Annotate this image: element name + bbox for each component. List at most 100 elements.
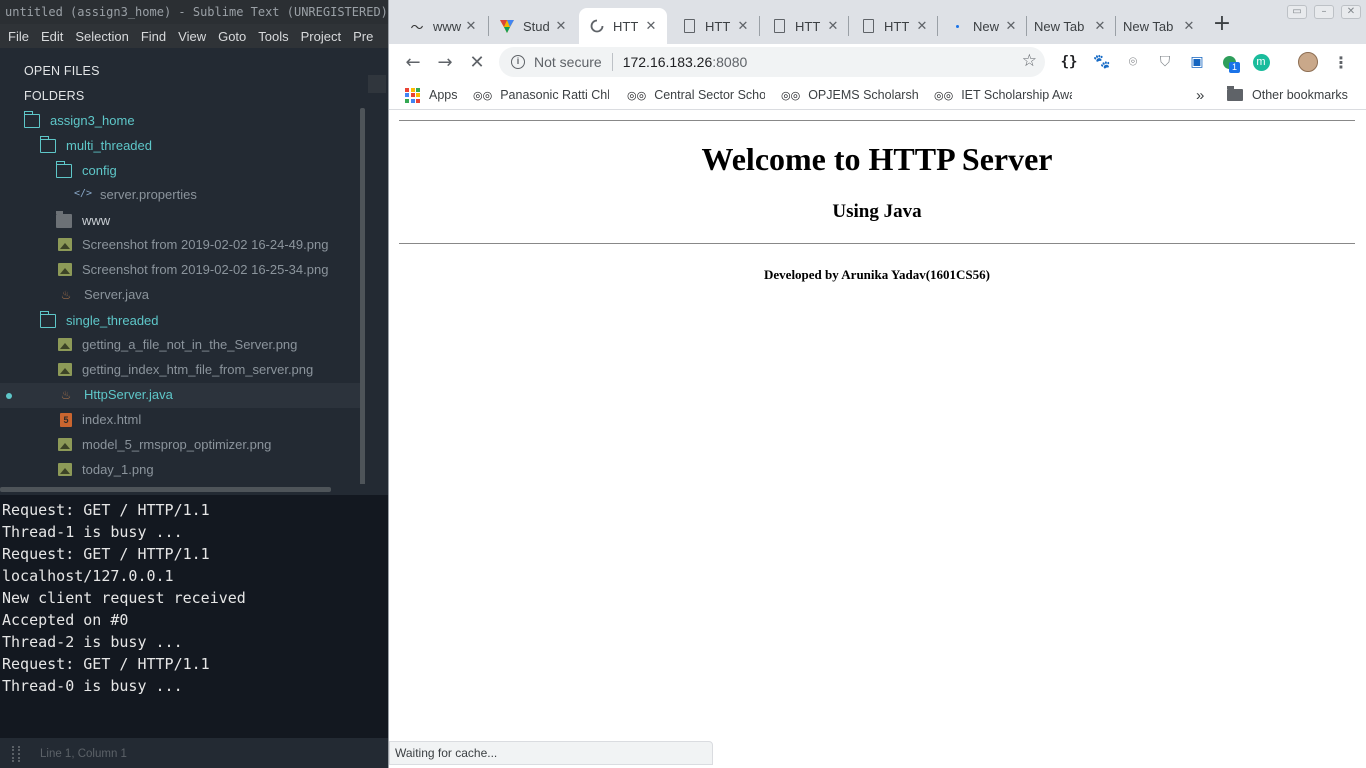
close-icon[interactable]: ✕	[735, 18, 751, 34]
green-extension-icon[interactable]: 1	[1219, 52, 1241, 73]
tree-label: model_5_rmsprop_optimizer.png	[82, 437, 272, 452]
console-line: Thread-1 is busy ...	[2, 523, 183, 541]
tree-file-model-5[interactable]: model_5_rmsprop_optimizer.png	[58, 432, 271, 457]
back-arrow-icon[interactable]: ←	[399, 48, 427, 76]
build-output-console: Request: GET / HTTP/1.1 Thread-1 is busy…	[0, 495, 388, 738]
bookmark-apps[interactable]: Apps	[405, 86, 458, 104]
bookmark-central-sector[interactable]: ◎◎ Central Sector Scho	[627, 86, 765, 104]
menu-find[interactable]: Find	[135, 29, 172, 44]
info-icon[interactable]: i	[511, 55, 525, 69]
sidebar-vertical-scrollbar[interactable]	[360, 108, 365, 484]
tree-label: HttpServer.java	[84, 387, 173, 402]
profile-avatar[interactable]	[1298, 52, 1318, 72]
menu-preferences[interactable]: Pre	[347, 29, 379, 44]
menu-selection[interactable]: Selection	[69, 29, 134, 44]
location-pin-extension-icon[interactable]: ⌾	[1123, 52, 1143, 72]
close-icon[interactable]: ✕	[914, 18, 930, 34]
bookmark-opjems[interactable]: ◎◎ OPJEMS Scholarship	[781, 86, 919, 104]
tree-file-httpserver-java[interactable]: ♨ HttpServer.java	[58, 382, 173, 407]
close-icon[interactable]: ✕	[1181, 18, 1197, 34]
menu-view[interactable]: View	[172, 29, 212, 44]
stop-loading-icon[interactable]: ✕	[463, 48, 491, 76]
shield-extension-icon[interactable]: ⛉	[1155, 52, 1175, 72]
image-file-icon	[58, 338, 72, 351]
menu-edit[interactable]: Edit	[35, 29, 69, 44]
close-window-button[interactable]: ✕	[1341, 5, 1361, 19]
forward-arrow-icon[interactable]: →	[431, 48, 459, 76]
tree-file-server-properties[interactable]: </> server.properties	[74, 182, 197, 207]
panel-toggle-icon[interactable]	[12, 746, 20, 762]
tree-label: Server.java	[84, 287, 150, 302]
close-icon[interactable]: ✕	[553, 18, 569, 34]
cursor-position: Line 1, Column 1	[40, 748, 127, 760]
html-file-icon: 5	[60, 412, 72, 427]
tab-2[interactable]: Stud ✕	[489, 8, 577, 44]
more-menu-icon[interactable]: ⋮	[1331, 52, 1351, 72]
document-icon	[771, 18, 787, 34]
tree-folder-multi-threaded[interactable]: multi_threaded	[39, 133, 152, 158]
sidebar-horizontal-scrollbar[interactable]	[0, 487, 331, 492]
console-line: Request: GET / HTTP/1.1	[2, 655, 210, 673]
url-host[interactable]: 172.16.183.26	[623, 54, 713, 70]
close-icon[interactable]: ✕	[1092, 18, 1108, 34]
menu-tools[interactable]: Tools	[252, 29, 294, 44]
security-status[interactable]: Not secure	[534, 54, 602, 70]
url-port[interactable]: :8080	[712, 54, 747, 70]
tab-3-active[interactable]: HTT ✕	[579, 8, 667, 44]
sidebar: OPEN FILES FOLDERS assign3_home multi_th…	[0, 48, 370, 484]
tree-folder-single-threaded[interactable]: single_threaded	[39, 308, 159, 333]
tree-file-today-1[interactable]: today_1.png	[58, 457, 154, 482]
bookmarks-overflow-button[interactable]: »	[1196, 86, 1204, 104]
menu-project[interactable]: Project	[295, 29, 347, 44]
menu-file[interactable]: File	[0, 29, 35, 44]
new-tab-button[interactable]: +	[1211, 12, 1233, 36]
tab-1[interactable]: 〜 www ✕	[399, 8, 487, 44]
tree-file-screenshot-2[interactable]: Screenshot from 2019-02-02 16-25-34.png	[58, 257, 328, 282]
sublime-title-bar: untitled (assign3_home) - Sublime Text (…	[0, 0, 388, 24]
tree-file-screenshot-1[interactable]: Screenshot from 2019-02-02 16-24-49.png	[58, 232, 328, 257]
close-icon[interactable]: ✕	[1003, 18, 1019, 34]
json-formatter-extension-icon[interactable]: {}	[1059, 52, 1079, 72]
image-file-icon	[58, 438, 72, 451]
other-bookmarks-folder[interactable]: Other bookmarks	[1227, 86, 1348, 104]
tree-file-index-html[interactable]: 5 index.html	[60, 407, 141, 432]
minimize-window-button[interactable]: –	[1314, 5, 1334, 19]
tab-label: New Tab	[1123, 18, 1174, 34]
paw-extension-icon[interactable]: 🐾	[1092, 52, 1112, 72]
restore-window-button[interactable]: ▭	[1287, 5, 1307, 19]
tab-9[interactable]: New Tab ✕	[1117, 8, 1205, 44]
folder-open-icon	[39, 135, 56, 153]
tree-label: server.properties	[100, 187, 197, 202]
folders-header: FOLDERS	[24, 89, 85, 103]
glasses-icon: ◎◎	[781, 89, 801, 102]
console-line: Accepted on #0	[2, 611, 129, 629]
close-icon[interactable]: ✕	[463, 18, 479, 34]
console-line: Thread-0 is busy ...	[2, 677, 183, 695]
image-file-icon	[58, 363, 72, 376]
chrome-window: 〜 www ✕ Stud ✕ HTT ✕ HTT ✕ HTT ✕ HTT ✕ N…	[388, 0, 1366, 768]
menu-goto[interactable]: Goto	[212, 29, 252, 44]
omnibox-divider	[611, 53, 613, 71]
bookmark-star-icon[interactable]: ☆	[1022, 51, 1037, 71]
tree-file-getting-a-file[interactable]: getting_a_file_not_in_the_Server.png	[58, 332, 297, 357]
tree-label: Screenshot from 2019-02-02 16-25-34.png	[82, 262, 329, 277]
tab-5[interactable]: HTT ✕	[761, 8, 849, 44]
briefcase-extension-icon[interactable]: ▣	[1187, 52, 1207, 72]
tab-7[interactable]: New ✕	[939, 8, 1027, 44]
tree-folder-config[interactable]: config	[55, 158, 117, 183]
close-icon[interactable]: ✕	[643, 18, 659, 34]
tab-6[interactable]: HTT ✕	[850, 8, 938, 44]
console-line: localhost/127.0.0.1	[2, 567, 174, 585]
bookmark-panasonic[interactable]: ◎◎ Panasonic Ratti Chh	[473, 86, 609, 104]
bookmark-iet[interactable]: ◎◎ IET Scholarship Awa	[934, 86, 1072, 104]
tree-folder-www[interactable]: www	[56, 208, 110, 233]
address-bar[interactable]: i Not secure 172.16.183.26:8080 ☆	[499, 47, 1045, 77]
tree-file-server-java[interactable]: ♨ Server.java	[58, 282, 149, 307]
tab-8[interactable]: New Tab ✕	[1028, 8, 1116, 44]
close-icon[interactable]: ✕	[825, 18, 841, 34]
tree-folder-assign3-home[interactable]: assign3_home	[23, 108, 135, 133]
tab-4[interactable]: HTT ✕	[671, 8, 759, 44]
tree-file-getting-index[interactable]: getting_index_htm_file_from_server.png	[58, 357, 313, 382]
m-extension-icon[interactable]: m	[1251, 52, 1271, 72]
folder-closed-icon	[56, 210, 72, 228]
